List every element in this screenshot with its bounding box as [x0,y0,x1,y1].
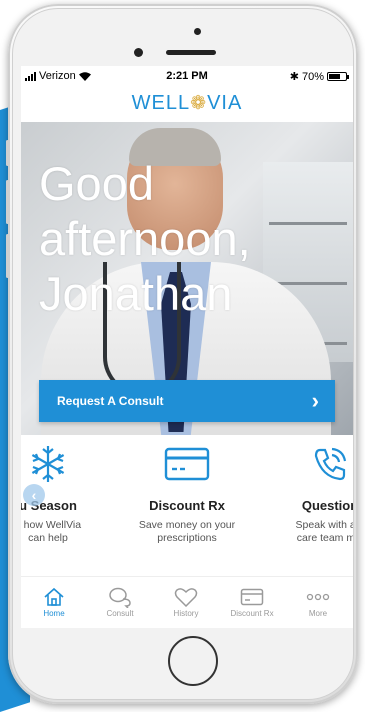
bluetooth-icon: ✱ [289,71,299,83]
request-consult-label: Request A Consult [57,394,164,408]
logo-text-left: WELL [131,92,191,114]
tab-label: Consult [106,609,134,618]
home-hardware-button[interactable] [168,636,218,686]
greeting-line-1: Good [39,157,154,210]
chevron-left-icon: ‹ [31,487,37,503]
tab-discount-rx[interactable]: Discount Rx [219,585,285,618]
card-icon [240,588,264,606]
card-discount-rx[interactable]: Discount Rx Save money on your prescript… [122,444,252,545]
mute-switch [6,140,9,166]
card-title: Question [301,498,353,513]
heart-icon [174,588,198,607]
tab-more[interactable]: More [285,585,351,618]
card-description-line: can help [28,532,68,544]
tab-label: Discount Rx [230,609,274,618]
card-description-line: Save money on your [138,519,236,531]
card-description-line: care team mei [296,532,353,544]
tab-history[interactable]: History [153,585,219,618]
card-questions[interactable]: Question Speak with a p care team mei [265,444,353,545]
logo-text-right: VIA [207,92,243,114]
greeting-line-3: Jonathan [39,267,233,320]
tab-consult[interactable]: Consult [87,585,153,618]
card-description: Save money on your prescriptions [122,519,252,545]
home-icon [44,587,64,606]
battery-percent: 70% [301,70,324,83]
feature-carousel[interactable]: u Season n how WellVia can help Discount… [21,444,353,556]
volume-up-button [6,180,9,224]
hero-banner: Good afternoon, Jonathan Request A Consu… [21,122,353,435]
more-icon [306,593,330,601]
carousel-prev-button[interactable]: ‹ [23,484,45,506]
snowflake-icon [31,446,65,482]
card-title: Discount Rx [149,498,225,513]
greeting-line-2: afternoon, [39,212,251,265]
card-description: Speak with a p care team mei [265,519,353,545]
bottom-tab-bar: Home Consult History Discount Rx More [21,576,353,628]
chat-icon [109,587,131,608]
logo-mark-icon: ❁ [190,93,208,114]
battery-icon [327,72,349,81]
tab-label: History [173,609,199,618]
card-description-line: n how WellVia [21,519,82,531]
tab-label: More [308,609,328,618]
phone-icon [314,447,347,481]
card-description: n how WellVia can help [21,519,113,545]
card-description-line: prescriptions [157,532,217,544]
greeting-heading: Good afternoon, Jonathan [39,156,251,321]
tab-label: Home [43,609,65,618]
earpiece-speaker [166,50,216,55]
request-consult-button[interactable]: Request A Consult › [39,380,335,422]
proximity-sensor [194,28,201,35]
chevron-right-icon: › [311,388,319,413]
tab-home[interactable]: Home [21,585,87,618]
volume-down-button [6,234,9,278]
wellvia-logo: WELL❁VIA [21,92,353,115]
card-description-line: Speak with a p [295,519,353,531]
front-camera [134,48,143,57]
status-bar: Verizon 2:21 PM ✱ 70% [21,66,353,86]
app-screen: Verizon 2:21 PM ✱ 70% WELL❁VIA Good afte… [21,66,353,628]
battery-level [329,74,341,79]
credit-card-icon [164,447,210,481]
